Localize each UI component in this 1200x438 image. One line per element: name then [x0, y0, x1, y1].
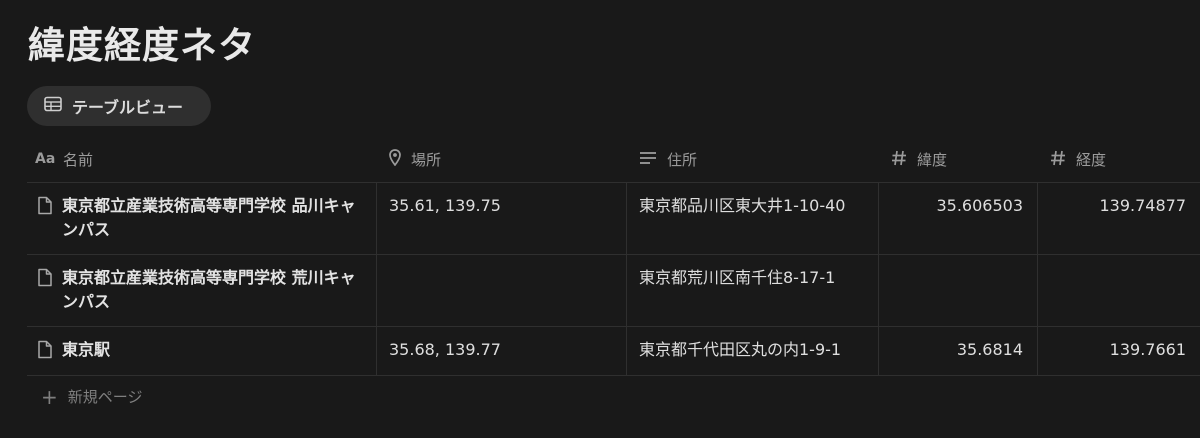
latitude-cell[interactable]: [879, 255, 1038, 326]
column-header-place[interactable]: 場所: [377, 137, 627, 182]
place-cell[interactable]: 35.61, 139.75: [377, 183, 627, 254]
longitude-cell[interactable]: [1038, 255, 1200, 326]
page-name[interactable]: 東京都立産業技術高等専門学校 荒川キャンパス: [62, 266, 364, 314]
column-label: 名前: [63, 151, 94, 169]
address-cell[interactable]: 東京都品川区東大井1-10-40: [627, 183, 879, 254]
place-value: 35.61, 139.75: [389, 196, 501, 215]
longitude-cell[interactable]: 139.74877: [1038, 183, 1200, 254]
name-cell[interactable]: 東京都立産業技術高等専門学校 品川キャンパス: [27, 183, 377, 254]
address-value: 東京都品川区東大井1-10-40: [639, 196, 846, 215]
column-header-name[interactable]: Aa 名前: [27, 137, 377, 182]
column-label: 緯度: [917, 151, 948, 169]
page-icon: [37, 340, 53, 363]
page-name[interactable]: 東京駅: [62, 338, 110, 362]
name-cell[interactable]: 東京都立産業技術高等専門学校 荒川キャンパス: [27, 255, 377, 326]
longitude-value: 139.74877: [1099, 196, 1186, 215]
table-icon: [44, 96, 62, 116]
place-cell[interactable]: [377, 255, 627, 326]
longitude-cell[interactable]: 139.7661: [1038, 327, 1200, 375]
place-cell[interactable]: 35.68, 139.77: [377, 327, 627, 375]
longitude-value: 139.7661: [1109, 340, 1186, 359]
page-name[interactable]: 東京都立産業技術高等専門学校 品川キャンパス: [62, 194, 364, 242]
column-header-longitude[interactable]: 経度: [1038, 137, 1200, 182]
place-value: 35.68, 139.77: [389, 340, 501, 359]
address-value: 東京都荒川区南千住8-17-1: [639, 268, 836, 287]
view-tab-label: テーブルビュー: [72, 98, 184, 117]
address-cell[interactable]: 東京都千代田区丸の内1-9-1: [627, 327, 879, 375]
column-header-address[interactable]: 住所: [627, 137, 879, 182]
column-label: 住所: [667, 151, 698, 169]
text-lines-icon: [639, 151, 657, 169]
column-header-latitude[interactable]: 緯度: [879, 137, 1038, 182]
address-cell[interactable]: 東京都荒川区南千住8-17-1: [627, 255, 879, 326]
table-row[interactable]: 東京都立産業技術高等専門学校 荒川キャンパス 東京都荒川区南千住8-17-1: [27, 255, 1200, 327]
svg-text:Aa: Aa: [35, 151, 55, 165]
new-page-button[interactable]: + 新規ページ: [41, 386, 142, 407]
database-table: Aa 名前 場所 住所 緯度 経度 東京都立産業技術高等専門学校 品川キャンパス…: [27, 137, 1200, 376]
column-label: 経度: [1076, 151, 1107, 169]
page-icon: [37, 268, 53, 291]
plus-icon: +: [41, 384, 58, 409]
text-property-icon: Aa: [35, 151, 57, 169]
page-icon: [37, 196, 53, 219]
column-label: 場所: [411, 151, 442, 169]
page-title[interactable]: 緯度経度ネタ: [28, 20, 256, 72]
new-page-label: 新規ページ: [67, 388, 143, 406]
name-cell[interactable]: 東京駅: [27, 327, 377, 375]
number-icon: [1050, 150, 1066, 170]
location-pin-icon: [389, 149, 401, 170]
address-value: 東京都千代田区丸の内1-9-1: [639, 340, 842, 359]
latitude-value: 35.606503: [936, 196, 1023, 215]
latitude-cell[interactable]: 35.6814: [879, 327, 1038, 375]
latitude-cell[interactable]: 35.606503: [879, 183, 1038, 254]
view-tab-table[interactable]: テーブルビュー: [27, 86, 211, 126]
latitude-value: 35.6814: [956, 340, 1023, 359]
table-row[interactable]: 東京都立産業技術高等専門学校 品川キャンパス 35.61, 139.75 東京都…: [27, 183, 1200, 255]
table-row[interactable]: 東京駅 35.68, 139.77 東京都千代田区丸の内1-9-1 35.681…: [27, 327, 1200, 376]
table-header: Aa 名前 場所 住所 緯度 経度: [27, 137, 1200, 183]
number-icon: [891, 150, 907, 170]
